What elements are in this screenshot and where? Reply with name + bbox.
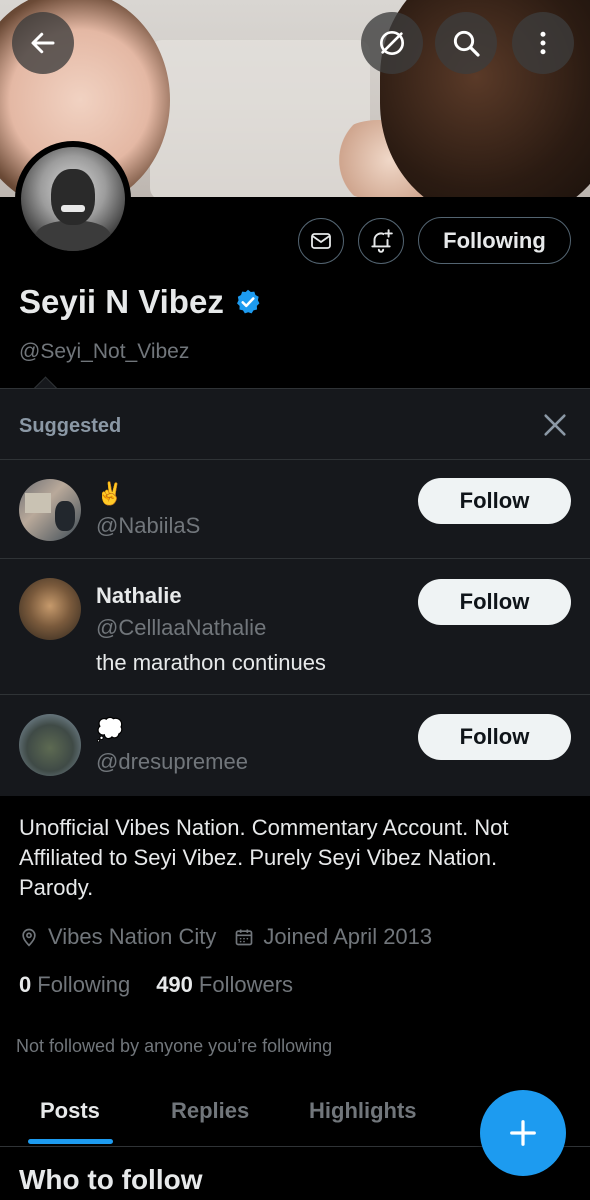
stop-circle-icon bbox=[380, 31, 404, 55]
profile-meta: Vibes Nation City Joined April 2013 bbox=[19, 924, 450, 950]
who-to-follow-heading: Who to follow bbox=[19, 1164, 203, 1195]
plus-icon bbox=[510, 1120, 536, 1146]
location-pin-icon bbox=[22, 928, 36, 947]
joined-item: Joined April 2013 bbox=[234, 924, 432, 950]
calendar-icon bbox=[236, 929, 253, 946]
tab-replies[interactable]: Replies bbox=[171, 1098, 249, 1124]
tab-posts[interactable]: Posts bbox=[40, 1098, 100, 1124]
followers-count: 490 bbox=[156, 972, 193, 997]
suggested-name-1[interactable]: ✌️ bbox=[96, 481, 123, 507]
compose-button[interactable] bbox=[480, 1090, 566, 1176]
search-button[interactable] bbox=[435, 12, 497, 74]
following-count-label: Following bbox=[37, 972, 131, 997]
profile-name-row: Seyii N Vibez bbox=[19, 283, 262, 321]
notification-button[interactable] bbox=[358, 218, 404, 264]
follow-button-3[interactable]: Follow bbox=[418, 714, 571, 760]
profile-bio: Unofficial Vibes Nation. Commentary Acco… bbox=[19, 815, 509, 900]
follow-button-2[interactable]: Follow bbox=[418, 579, 571, 625]
bell-plus-icon bbox=[371, 229, 393, 253]
joined-text: Joined April 2013 bbox=[263, 924, 433, 949]
verified-badge-icon bbox=[236, 289, 260, 314]
message-button[interactable] bbox=[298, 218, 344, 264]
profile-avatar[interactable] bbox=[15, 141, 131, 257]
suggested-panel: Suggested ✌️ @NabiilaS Follow Nathalie @… bbox=[0, 388, 590, 796]
follow-button-1[interactable]: Follow bbox=[418, 478, 571, 524]
mail-icon bbox=[311, 233, 331, 249]
not-followed-note: Not followed by anyone you’re following bbox=[16, 1036, 333, 1056]
following-button[interactable]: Following bbox=[418, 217, 571, 264]
suggested-bio-2: the marathon continues bbox=[96, 650, 326, 675]
active-tab-indicator bbox=[28, 1139, 113, 1144]
following-count: 0 bbox=[19, 972, 32, 997]
followers-count-link[interactable]: 490 Followers bbox=[156, 972, 293, 998]
location-item: Vibes Nation City bbox=[19, 924, 216, 950]
suggested-name-3[interactable]: 💭 bbox=[96, 717, 123, 743]
stop-button[interactable] bbox=[361, 12, 423, 74]
close-icon[interactable] bbox=[541, 411, 569, 439]
profile-handle: @Seyi_Not_Vibez bbox=[19, 340, 190, 363]
suggested-handle-3[interactable]: @dresupremee bbox=[96, 749, 248, 775]
suggested-avatar-3[interactable] bbox=[19, 714, 81, 776]
suggested-handle-1[interactable]: @NabiilaS bbox=[96, 513, 200, 539]
suggested-name-2[interactable]: Nathalie bbox=[96, 583, 182, 609]
divider bbox=[0, 459, 590, 460]
divider bbox=[0, 558, 590, 559]
profile-name: Seyii N Vibez bbox=[19, 283, 224, 320]
suggested-title: Suggested bbox=[19, 415, 122, 437]
back-button[interactable] bbox=[12, 12, 74, 74]
more-vertical-icon bbox=[540, 31, 546, 55]
more-button[interactable] bbox=[512, 12, 574, 74]
followers-count-label: Followers bbox=[198, 972, 294, 997]
suggested-avatar-1[interactable] bbox=[19, 479, 81, 541]
search-icon bbox=[453, 30, 480, 57]
tab-highlights[interactable]: Highlights bbox=[309, 1098, 417, 1124]
suggested-avatar-2[interactable] bbox=[19, 578, 81, 640]
following-count-link[interactable]: 0 Following bbox=[19, 972, 130, 998]
follow-counts: 0 Following 490 Followers bbox=[19, 972, 293, 998]
divider bbox=[0, 694, 590, 695]
location-text: Vibes Nation City bbox=[48, 924, 217, 949]
suggested-handle-2[interactable]: @CelllaaNathalie bbox=[96, 615, 266, 641]
back-arrow-icon bbox=[31, 32, 55, 54]
